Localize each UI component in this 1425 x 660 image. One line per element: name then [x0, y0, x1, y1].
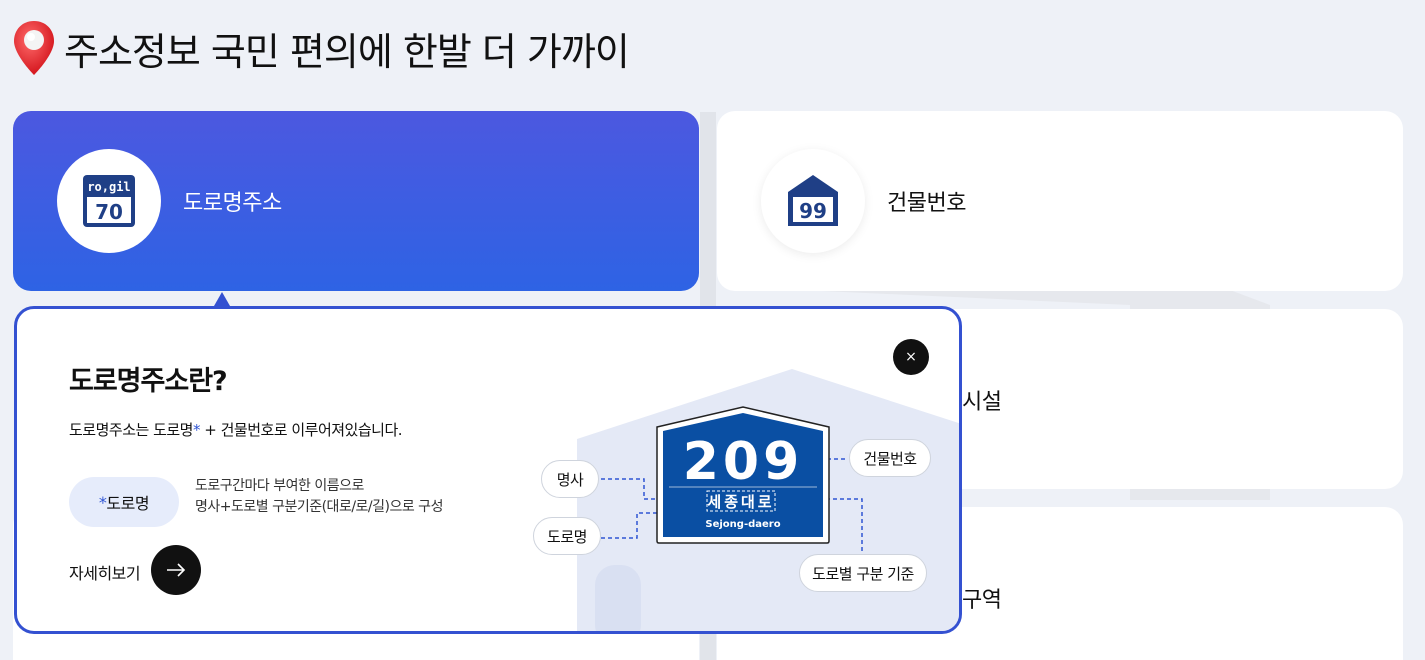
page-title: 주소정보 국민 편의에 한발 더 가까이: [64, 29, 630, 74]
callout-noun: 명사: [541, 460, 599, 498]
location-pin-icon: [14, 21, 54, 75]
road-sign-illustration: 209 세종대로 Sejong-daero: [656, 406, 830, 544]
road-address-popup: 도로명주소란? 도로명주소는 도로명* + 건물번호로 이루어져있습니다. * 도…: [14, 306, 962, 634]
page-header: 주소정보 국민 편의에 한발 더 가까이: [12, 18, 630, 78]
sign-number-text: 70: [95, 200, 123, 224]
callout-road-type: 도로별 구분 기준: [799, 554, 927, 592]
sign-number-text: 99: [799, 199, 827, 223]
card-icon-circle: ro,gil 70: [57, 149, 161, 253]
card-label: 건물번호: [887, 191, 966, 216]
card-icon-circle: 99: [761, 149, 865, 253]
sign-number: 209: [683, 432, 804, 492]
building-number-icon: 99: [788, 175, 838, 226]
sign-top-text: ro,gil: [87, 180, 130, 194]
sign-road-name: 세종대로: [707, 493, 774, 511]
popup-pointer: [214, 292, 230, 306]
callout-building-number: 건물번호: [849, 439, 931, 477]
card-building-number[interactable]: 99 건물번호: [717, 111, 1403, 291]
road-sign-icon: ro,gil 70: [83, 175, 135, 227]
sign-romanized: Sejong-daero: [705, 519, 780, 530]
card-label-partial: 시설: [962, 390, 1002, 415]
card-label: 도로명주소: [183, 191, 282, 216]
card-label-partial: 구역: [962, 588, 1002, 613]
card-road-name-address[interactable]: ro,gil 70 도로명주소: [13, 111, 699, 291]
callout-road-name: 도로명: [533, 517, 601, 555]
